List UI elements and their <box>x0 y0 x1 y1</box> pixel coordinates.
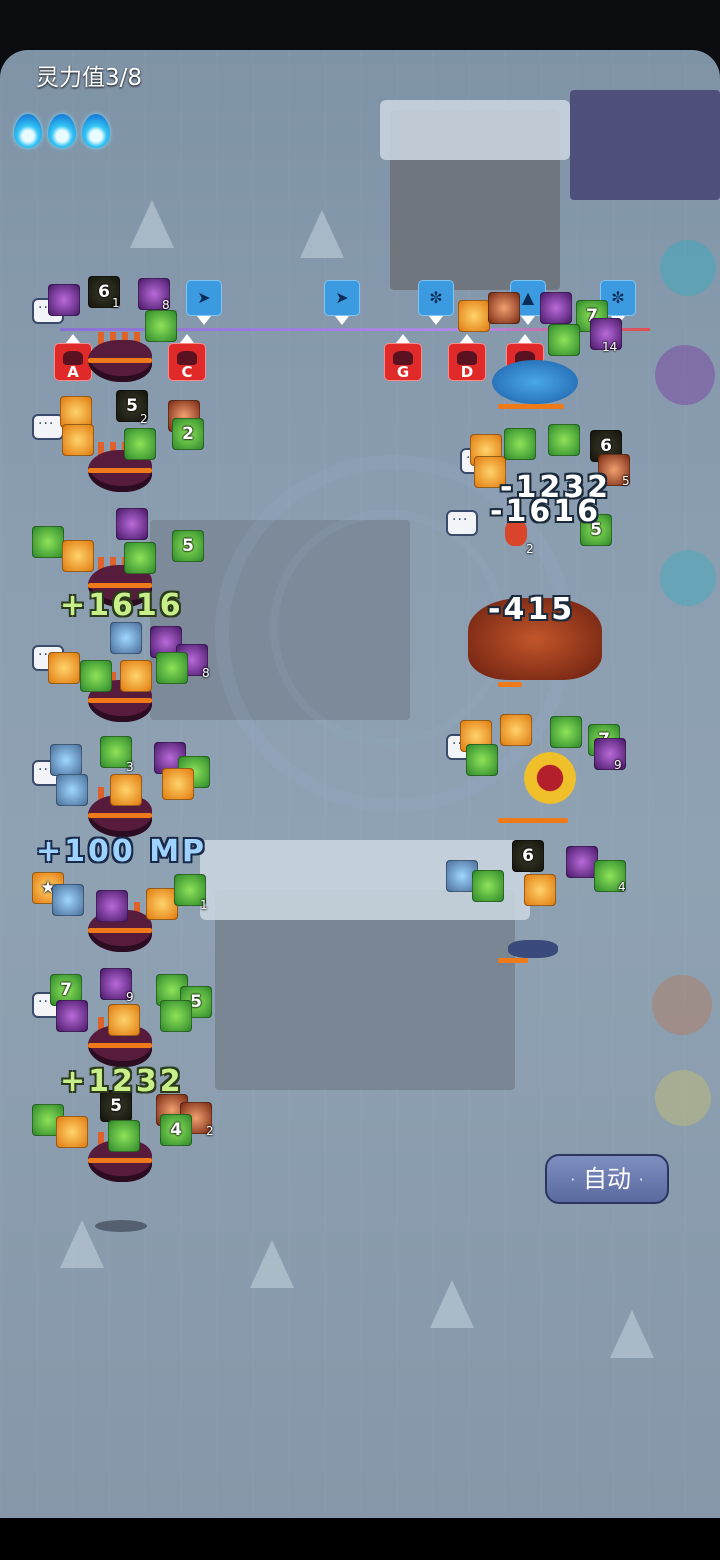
stack-count: 8 <box>202 666 210 680</box>
buff-icon <box>56 1000 88 1032</box>
buff-icon <box>50 744 82 776</box>
background-roof <box>380 100 570 160</box>
buff-icon <box>62 540 94 572</box>
enemy-hp-bar <box>498 958 528 963</box>
buff-icon <box>52 884 84 916</box>
mp-gain-number: +100 MP <box>36 834 208 869</box>
buff-icon <box>124 428 156 460</box>
buff-icon <box>466 744 498 776</box>
buff-icon <box>116 508 148 540</box>
buff-icon <box>145 310 177 342</box>
buff-icon <box>472 870 504 902</box>
battle-scene <box>0 50 720 1518</box>
buff-icon <box>156 652 188 684</box>
fallen-enemy[interactable] <box>508 940 558 958</box>
buff-icon <box>120 660 152 692</box>
stack-count: 3 <box>126 760 134 774</box>
stack-count: 5 <box>622 474 630 488</box>
stack-count: 9 <box>614 758 622 772</box>
stack-count: 9 <box>126 990 134 1004</box>
background-house-lower <box>215 890 515 1090</box>
buff-icon: 2 <box>172 418 204 450</box>
buff-icon <box>110 622 142 654</box>
buff-icon <box>500 714 532 746</box>
buff-icon <box>110 774 142 806</box>
buff-icon <box>108 1004 140 1036</box>
buff-icon <box>32 526 64 558</box>
blue-flame-icon <box>82 114 110 148</box>
buff-icon <box>48 652 80 684</box>
buff-icon <box>504 428 536 460</box>
bottom-bar <box>0 1518 720 1560</box>
stack-count: 2 <box>526 542 534 556</box>
buff-icon: 5 <box>172 530 204 562</box>
unit-shadow <box>95 1220 147 1232</box>
stack-count: 2 <box>140 412 148 426</box>
enemy-hp-bar <box>498 818 568 823</box>
enemy-hp-bar <box>498 404 564 409</box>
auto-battle-label: 自动 <box>583 1165 631 1193</box>
sunflower-enemy[interactable] <box>520 748 580 808</box>
buff-icon <box>162 768 194 800</box>
enemy-turn-marker[interactable]: C <box>168 334 206 381</box>
background-spirit <box>660 240 716 296</box>
buff-icon <box>80 660 112 692</box>
background-tree <box>610 1310 654 1358</box>
dot-decoration: · <box>638 1170 644 1189</box>
ally-turn-marker[interactable]: ➤ <box>324 280 360 325</box>
buff-icon: 6 <box>512 840 544 872</box>
stack-count: 4 <box>618 880 626 894</box>
buff-icon <box>550 716 582 748</box>
buff-icon <box>524 874 556 906</box>
stack-count: 14 <box>602 340 618 354</box>
buff-icon <box>56 1116 88 1148</box>
background-tree <box>430 1280 474 1328</box>
background-spirit <box>655 1070 711 1126</box>
background-tree <box>130 200 174 248</box>
background-spirit <box>652 975 712 1035</box>
chat-bubble-icon[interactable] <box>446 508 478 536</box>
buff-icon: 4 <box>160 1114 192 1146</box>
spirit-flames <box>14 114 110 148</box>
buff-icon <box>540 292 572 324</box>
auto-battle-button[interactable]: · 自动 · <box>545 1154 669 1204</box>
enemy-turn-marker[interactable]: D <box>448 334 486 381</box>
buff-icon <box>160 1000 192 1032</box>
blue-flame-icon <box>48 114 76 148</box>
spirit-power-label: 灵力值3/8 <box>36 65 143 91</box>
background-spirit <box>655 345 715 405</box>
background-tree <box>300 210 344 258</box>
buff-icon <box>458 300 490 332</box>
buff-icon <box>488 292 520 324</box>
buff-icon <box>108 1120 140 1152</box>
ally-turn-marker[interactable]: ➤ <box>186 280 222 325</box>
stack-count: 1 <box>112 296 120 310</box>
enemy-hp-bar <box>498 682 522 687</box>
buff-icon <box>48 284 80 316</box>
blue-shell-enemy[interactable] <box>492 360 578 404</box>
background-spirit <box>660 550 716 606</box>
buff-icon <box>96 890 128 922</box>
enemy-turn-marker[interactable]: G <box>384 334 422 381</box>
buff-icon <box>124 542 156 574</box>
blue-flame-icon <box>14 114 42 148</box>
dot-decoration: · <box>570 1170 576 1189</box>
enemy-marker-label: D <box>460 363 474 381</box>
buff-icon <box>548 324 580 356</box>
background-banner-wall <box>570 90 720 200</box>
stack-count: 1 <box>200 898 208 912</box>
damage-number: -1616 <box>490 494 601 529</box>
enemy-marker-label: G <box>396 363 410 381</box>
heal-number: +1232 <box>60 1064 184 1099</box>
ally-turn-marker[interactable]: ✼ <box>418 280 454 325</box>
buff-icon <box>548 424 580 456</box>
background-tree <box>250 1240 294 1288</box>
damage-number: -415 <box>488 592 576 627</box>
heal-number: +1616 <box>60 588 184 623</box>
enemy-marker-label: C <box>181 363 193 381</box>
buff-icon <box>62 424 94 456</box>
buff-icon <box>56 774 88 806</box>
stack-count: 2 <box>206 1124 214 1138</box>
